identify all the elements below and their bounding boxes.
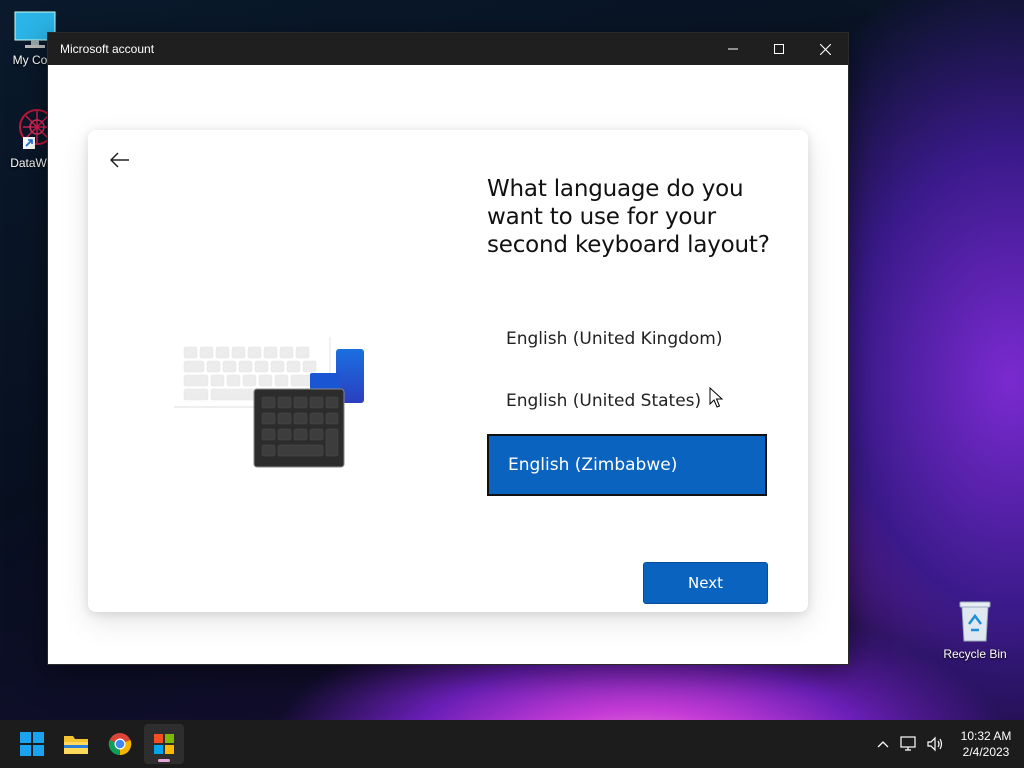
language-option-uk[interactable]: English (United Kingdom) <box>487 310 767 368</box>
next-button[interactable]: Next <box>643 562 768 604</box>
start-button[interactable] <box>12 724 52 764</box>
clock-time: 10:32 AM <box>960 729 1012 743</box>
minimize-icon <box>728 48 738 50</box>
keyboard-language-list: English (United Kingdom) English (United… <box>487 310 767 500</box>
speaker-icon <box>927 736 943 752</box>
clock-date: 2/4/2023 <box>962 745 1010 759</box>
back-button[interactable] <box>102 142 138 178</box>
network-icon <box>900 736 916 751</box>
window-title: Microsoft account <box>60 42 155 56</box>
maximize-icon <box>774 44 784 54</box>
keyboard-illustration <box>174 337 364 468</box>
language-option-us[interactable]: English (United States) <box>487 372 767 430</box>
oobe-card: What language do you want to use for you… <box>88 130 808 612</box>
system-tray: 10:32 AM 2/4/2023 <box>870 720 1024 768</box>
microsoft-store-icon <box>154 734 174 754</box>
chevron-up-icon <box>877 741 889 748</box>
maximize-button[interactable] <box>756 33 802 65</box>
desktop-icon-label: Recycle Bin <box>943 647 1007 661</box>
mouse-cursor-icon <box>709 387 723 408</box>
microsoft-account-window: Microsoft account What language do you w… <box>48 33 848 664</box>
arrow-left-icon <box>110 152 129 168</box>
desktop-icon-recycle-bin[interactable]: Recycle Bin <box>940 598 1010 661</box>
taskbar-file-explorer[interactable] <box>56 724 96 764</box>
recycle-bin-icon <box>959 601 991 642</box>
taskbar-chrome[interactable] <box>100 724 140 764</box>
start-icon <box>20 732 44 756</box>
chrome-icon <box>108 733 132 756</box>
language-option-zimbabwe[interactable]: English (Zimbabwe) <box>487 434 767 496</box>
page-title: What language do you want to use for you… <box>487 176 770 258</box>
close-icon <box>819 43 831 55</box>
window-content: What language do you want to use for you… <box>48 65 848 664</box>
file-explorer-icon <box>64 736 88 754</box>
network-button[interactable] <box>896 720 922 768</box>
close-button[interactable] <box>802 33 848 65</box>
window-titlebar[interactable]: Microsoft account <box>48 33 848 65</box>
taskbar-microsoft-store[interactable] <box>144 724 184 764</box>
taskbar: 10:32 AM 2/4/2023 <box>0 720 1024 768</box>
show-hidden-icons-button[interactable] <box>870 720 896 768</box>
volume-button[interactable] <box>922 720 948 768</box>
minimize-button[interactable] <box>710 33 756 65</box>
clock[interactable]: 10:32 AM 2/4/2023 <box>948 728 1024 760</box>
